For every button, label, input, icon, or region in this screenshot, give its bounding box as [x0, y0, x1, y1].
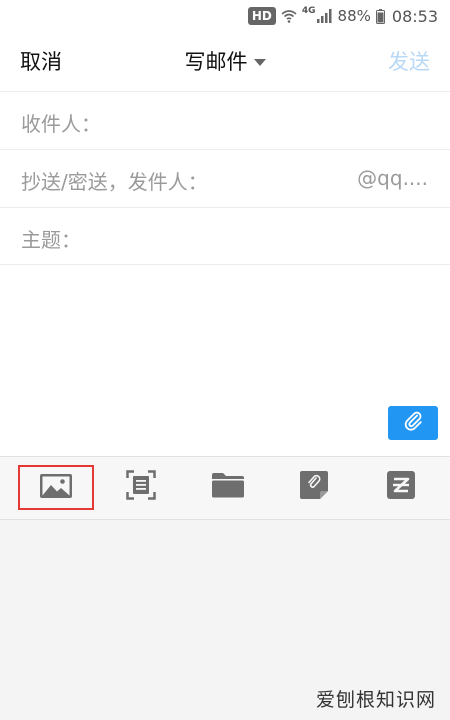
- compose-mode-dropdown[interactable]: 写邮件: [0, 46, 450, 76]
- recipient-row: 收件人：: [0, 91, 450, 149]
- insert-note-button[interactable]: [276, 465, 352, 509]
- recipient-label: 收件人：: [21, 112, 101, 136]
- caret-down-icon: [253, 58, 266, 66]
- attachment-button[interactable]: [388, 406, 438, 440]
- compose-header: 取消 写邮件 发送: [0, 32, 450, 90]
- attachment-toolbar: [0, 456, 450, 520]
- insert-image-button[interactable]: [18, 465, 94, 510]
- cc-bcc-from-row[interactable]: 抄送/密送，发件人： @qq....: [0, 149, 450, 207]
- image-icon: [40, 473, 72, 502]
- watermark-text: 爱刨根知识网: [315, 689, 436, 711]
- folder-icon: [212, 472, 244, 502]
- subject-input[interactable]: [88, 218, 430, 256]
- subject-row: 主题：: [0, 207, 450, 265]
- status-bar: HD 4G 88% 08:53: [0, 0, 450, 32]
- insert-archive-button[interactable]: [363, 465, 439, 509]
- battery-percent: 88%: [337, 7, 371, 25]
- wifi-icon: [281, 9, 297, 23]
- scan-icon: [126, 470, 156, 504]
- cc-input[interactable]: [240, 160, 340, 198]
- sender-address[interactable]: @qq....: [357, 166, 428, 190]
- page-title: 写邮件: [184, 50, 248, 74]
- battery-icon: [375, 8, 385, 24]
- scan-document-button[interactable]: [103, 465, 179, 509]
- attachment-panel: 爱刨根知识网: [0, 520, 450, 720]
- note-icon: [300, 471, 328, 503]
- subject-label: 主题：: [21, 228, 81, 252]
- network-type: 4G: [301, 6, 316, 16]
- mail-body-input[interactable]: [0, 266, 450, 456]
- hd-badge: HD: [247, 7, 276, 25]
- insert-file-button[interactable]: [190, 465, 266, 509]
- recipient-input[interactable]: [115, 102, 430, 140]
- cc-bcc-from-label: 抄送/密送，发件人：: [21, 170, 208, 194]
- clock: 08:53: [391, 6, 438, 26]
- signal-icon: [316, 9, 333, 23]
- paperclip-icon: [402, 410, 424, 436]
- send-button[interactable]: 发送: [388, 46, 430, 76]
- zip-icon: [387, 471, 415, 503]
